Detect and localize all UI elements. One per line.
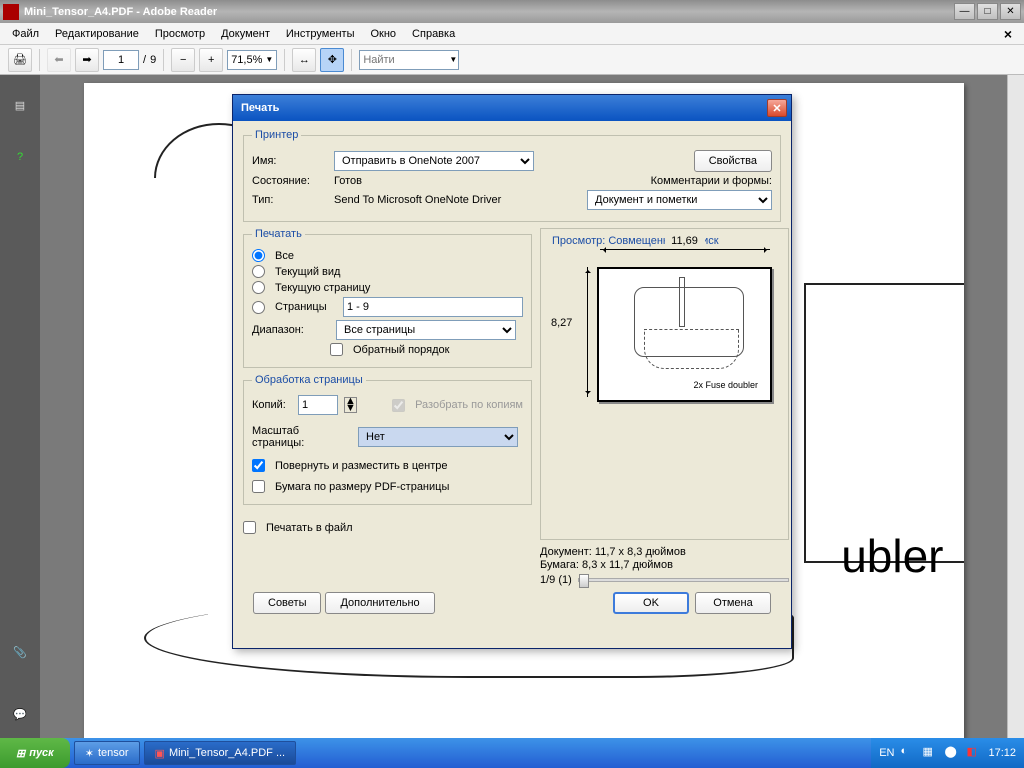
comments-select[interactable]: Документ и пометки (587, 190, 772, 210)
comments-icon[interactable]: 💬 (8, 702, 32, 726)
zoom-out-icon[interactable]: − (171, 48, 195, 72)
scale-select[interactable]: Нет (358, 427, 518, 447)
print-to-file-checkbox[interactable] (243, 521, 256, 534)
tray-icon[interactable]: ◐ (900, 745, 916, 761)
doc-size: Документ: 11,7 x 8,3 дюймов (540, 546, 789, 558)
window-titlebar: Mini_Tensor_A4.PDF - Adobe Reader — □ ✕ (0, 0, 1024, 23)
printer-select[interactable]: Отправить в OneNote 2007 (334, 151, 534, 171)
comments-label: Комментарии и формы: (651, 175, 772, 187)
pages-panel-icon[interactable]: ▤ (8, 93, 32, 117)
status-label: Состояние: (252, 175, 328, 187)
status-value: Готов (334, 175, 362, 187)
type-value: Send To Microsoft OneNote Driver (334, 194, 501, 206)
tips-button[interactable]: Советы (253, 592, 321, 614)
tray-icon[interactable]: ▦ (922, 745, 938, 761)
paper-size: Бумага: 8,3 x 11,7 дюймов (540, 559, 789, 571)
prev-page-icon[interactable]: ⬅ (47, 48, 71, 72)
preview-height: 8,27 (551, 317, 572, 329)
cancel-button[interactable]: Отмена (695, 592, 771, 614)
preview-group: Просмотр: Совмещенный оттиск 11,69 8,27 … (540, 228, 789, 540)
paper-by-pdf-checkbox[interactable] (252, 480, 265, 493)
page-slider[interactable] (578, 578, 789, 582)
copies-label: Копий: (252, 399, 292, 411)
print-icon[interactable]: 🖨 (8, 48, 32, 72)
next-page-icon[interactable]: ➡ (75, 48, 99, 72)
printer-group: Принтер Имя: Отправить в OneNote 2007 Св… (243, 129, 781, 222)
page-text: ubler (841, 529, 943, 583)
lang-indicator[interactable]: EN (879, 747, 894, 759)
taskbar: ⊞пуск ✶tensor ▣Mini_Tensor_A4.PDF ... EN… (0, 738, 1024, 768)
preview-label: 2x Fuse doubler (693, 380, 758, 390)
vscrollbar[interactable] (1007, 75, 1024, 738)
print-dialog: Печать ✕ Принтер Имя: Отправить в OneNot… (232, 94, 792, 649)
dialog-title: Печать (241, 102, 279, 114)
copies-input[interactable] (298, 395, 338, 415)
rotate-checkbox[interactable] (252, 459, 265, 472)
attachments-icon[interactable]: 📎 (8, 640, 32, 664)
dialog-titlebar: Печать ✕ (233, 95, 791, 121)
restore-button[interactable]: □ (977, 3, 998, 20)
advanced-button[interactable]: Дополнительно (325, 592, 434, 614)
close-button[interactable]: ✕ (1000, 3, 1021, 20)
page-sep: / (143, 54, 146, 66)
collate-checkbox (392, 399, 405, 412)
dialog-close-icon[interactable]: ✕ (767, 99, 787, 117)
menu-view[interactable]: Просмотр (149, 26, 211, 42)
minimize-button[interactable]: — (954, 3, 975, 20)
properties-button[interactable]: Свойства (694, 150, 772, 172)
page-input[interactable] (103, 50, 139, 70)
toolbar: 🖨 ⬅ ➡ / 9 − + 71,5%▼ ↔ ✥ ▼ (0, 45, 1024, 75)
range-all-radio[interactable] (252, 249, 265, 262)
start-button[interactable]: ⊞пуск (0, 738, 70, 768)
menu-tools[interactable]: Инструменты (280, 26, 361, 42)
menu-document[interactable]: Документ (215, 26, 276, 42)
nav-sidebar: ▤ ? 📎 💬 (0, 75, 40, 738)
help-panel-icon[interactable]: ? (8, 145, 32, 169)
subset-select[interactable]: Все страницы (336, 320, 516, 340)
menu-window[interactable]: Окно (364, 26, 402, 42)
page-handling-group: Обработка страницы Копий: ▲▼ Разобрать п… (243, 374, 532, 505)
type-label: Тип: (252, 194, 328, 206)
app-icon (3, 4, 19, 20)
clock[interactable]: 17:12 (988, 747, 1016, 759)
tray-icon[interactable]: ⬤ (944, 745, 960, 761)
reverse-checkbox[interactable] (330, 343, 343, 356)
copies-down[interactable]: ▼ (345, 405, 356, 412)
scale-label: Масштаб страницы: (252, 425, 352, 449)
menu-file[interactable]: Файл (6, 26, 45, 42)
menu-help[interactable]: Справка (406, 26, 461, 42)
fit-page-icon[interactable]: ✥ (320, 48, 344, 72)
range-current-radio[interactable] (252, 281, 265, 294)
tray-icon[interactable]: ◧ (966, 745, 982, 761)
doc-close-button[interactable]: × (998, 26, 1018, 42)
preview-width: 11,69 (665, 235, 705, 247)
menu-edit[interactable]: Редактирование (49, 26, 145, 42)
zoom-combo[interactable]: 71,5%▼ (227, 50, 277, 70)
print-range-group: Печатать Все Текущий вид Текущую страниц… (243, 228, 532, 368)
range-pages-radio[interactable] (252, 301, 265, 314)
range-view-radio[interactable] (252, 265, 265, 278)
taskbar-item-tensor[interactable]: ✶tensor (74, 741, 140, 765)
system-tray: EN ◐ ▦ ⬤ ◧ 17:12 (871, 738, 1024, 768)
zoom-in-icon[interactable]: + (199, 48, 223, 72)
ok-button[interactable]: OK (613, 592, 689, 614)
find-input[interactable] (359, 50, 459, 70)
printer-name-label: Имя: (252, 155, 328, 167)
fit-width-icon[interactable]: ↔ (292, 48, 316, 72)
window-title: Mini_Tensor_A4.PDF - Adobe Reader (24, 6, 952, 18)
subset-label: Диапазон: (252, 324, 330, 336)
preview-box: 11,69 8,27 2x Fuse doubler (577, 267, 772, 402)
menubar: Файл Редактирование Просмотр Документ Ин… (0, 23, 1024, 45)
taskbar-item-pdf[interactable]: ▣Mini_Tensor_A4.PDF ... (144, 741, 297, 765)
page-counter: 1/9 (1) (540, 574, 572, 586)
pages-input[interactable] (343, 297, 523, 317)
page-total: 9 (150, 54, 156, 66)
